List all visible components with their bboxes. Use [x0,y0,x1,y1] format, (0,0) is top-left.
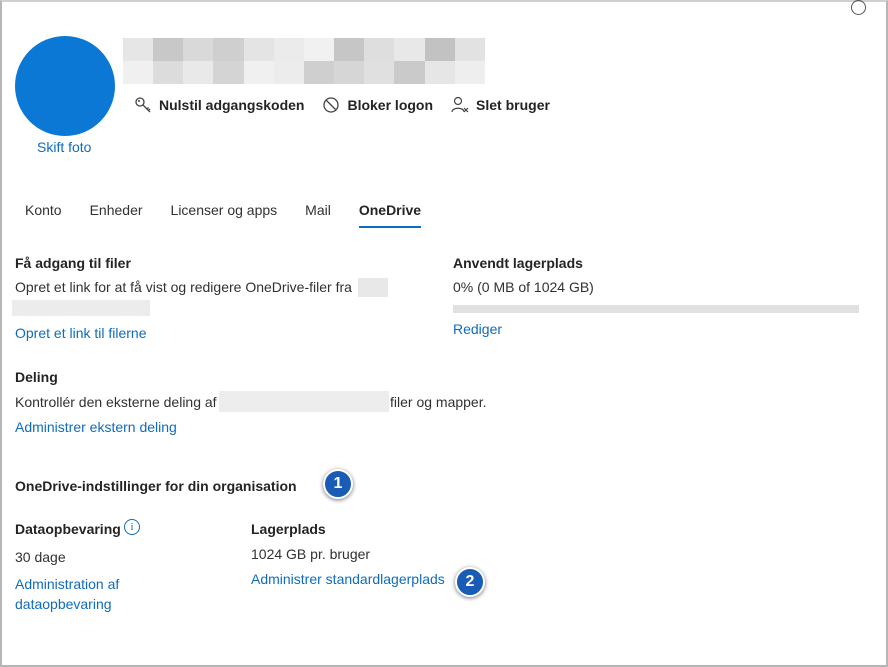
manage-retention-link-line2: dataopbevaring [15,596,112,612]
reset-password-label: Nulstil adgangskoden [159,97,305,113]
storage-used-title: Anvendt lagerplads [453,255,583,271]
avatar[interactable] [15,36,115,136]
storage-progress-bar [453,305,859,313]
block-signin-button[interactable]: Bloker logon [322,96,433,114]
sharing-title: Deling [15,369,58,385]
files-description: Opret et link for at få vist og redigere… [15,279,352,295]
delete-user-label: Slet bruger [476,97,550,113]
callout-badge-1: 1 [323,469,353,499]
callout-badge-2: 2 [455,567,485,597]
reset-password-button[interactable]: Nulstil adgangskoden [134,96,304,114]
storage-title: Lagerplads [251,521,326,537]
create-files-link[interactable]: Opret et link til filerne [15,325,147,341]
redacted-text [219,391,389,412]
tab-licenses-apps[interactable]: Licenser og apps [171,202,278,228]
sharing-description-suffix: filer og mapper. [390,394,487,410]
close-icon[interactable] [851,0,866,15]
delete-user-icon [451,96,469,113]
manage-external-sharing-link[interactable]: Administrer ekstern deling [15,419,177,435]
block-icon [323,97,340,113]
manage-default-storage-link[interactable]: Administrer standardlagerplads [251,571,445,587]
tab-bar: Konto Enheder Licenser og apps Mail OneD… [25,202,422,228]
files-title: Få adgang til filer [15,255,131,271]
tab-account[interactable]: Konto [25,202,62,228]
retention-title: Dataopbevaring [15,521,121,537]
redacted-text [12,300,150,316]
tab-mail[interactable]: Mail [305,202,331,228]
block-signin-label: Bloker logon [347,97,434,113]
user-actions: Nulstil adgangskoden Bloker logon Slet b… [134,96,550,114]
org-settings-title: OneDrive-indstillinger for din organisat… [15,478,297,494]
tab-onedrive[interactable]: OneDrive [358,202,422,228]
storage-used-value: 0% (0 MB of 1024 GB) [453,279,594,295]
delete-user-button[interactable]: Slet bruger [451,96,550,114]
tab-devices[interactable]: Enheder [90,202,143,228]
retention-value: 30 dage [15,549,66,565]
manage-retention-link-line1: Administration af [15,576,120,592]
manage-retention-link[interactable]: Administration af dataopbevaring [15,574,119,614]
redacted-text [358,278,388,297]
key-icon [135,97,151,113]
info-icon[interactable]: i [124,519,140,535]
edit-storage-link[interactable]: Rediger [453,321,502,337]
user-name-redacted [123,38,485,84]
sharing-description-prefix: Kontrollér den eksterne deling af [15,394,217,410]
change-photo-link[interactable]: Skift foto [37,139,91,155]
storage-value: 1024 GB pr. bruger [251,546,371,562]
